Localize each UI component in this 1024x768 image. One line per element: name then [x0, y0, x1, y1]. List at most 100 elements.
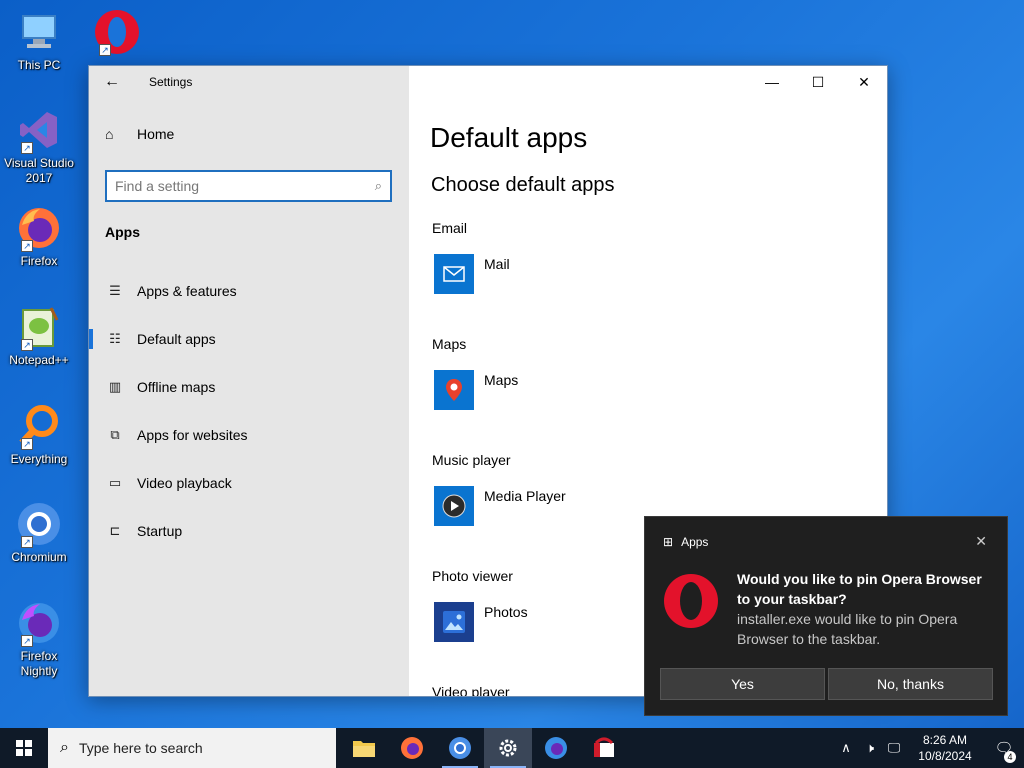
firefox-icon	[401, 737, 423, 759]
desktop-icon-label: This PC	[17, 58, 61, 72]
taskbar-search[interactable]: ⌕ Type here to search	[48, 728, 336, 768]
shortcut-arrow-icon: ↗	[21, 339, 33, 351]
default-apps-icon: ☷	[109, 331, 121, 346]
default-app-button[interactable]: Photos	[432, 602, 528, 642]
desktop-icon-this-pc[interactable]: This PC	[4, 8, 74, 73]
shortcut-arrow-icon: ↗	[21, 142, 33, 154]
nav-item-label: Default apps	[137, 331, 216, 347]
desktop-icon-label: Firefox Nightly	[20, 649, 58, 678]
default-app-button[interactable]: Media Player	[432, 486, 566, 526]
chromium-icon	[449, 737, 471, 759]
desktop-icon-label: Visual Studio 2017	[4, 156, 74, 185]
section-subtitle: Choose default apps	[431, 174, 615, 196]
chromium-icon: ↗	[15, 500, 63, 548]
taskbar-chromium[interactable]	[436, 728, 484, 768]
notification-body: installer.exe would like to pin Opera Br…	[737, 611, 958, 647]
map-icon: ▥	[108, 379, 122, 394]
taskbar-firefox-nightly[interactable]	[532, 728, 580, 768]
nav-item-startup[interactable]: ⊏ Startup	[89, 507, 409, 555]
notification-source: ⊞ Apps	[663, 535, 708, 549]
yes-button[interactable]: Yes	[660, 668, 825, 700]
maximize-button[interactable]: ☐	[795, 66, 841, 98]
desktop-icon-opera[interactable]: ↗	[82, 8, 152, 56]
home-icon: ⌂	[105, 126, 114, 142]
close-button[interactable]: ✕	[841, 66, 887, 98]
taskbar-firefox[interactable]	[388, 728, 436, 768]
nav-item-default-apps[interactable]: ☷ Default apps	[89, 315, 409, 363]
desktop-icon-notepad-plus-plus[interactable]: ↗ Notepad++	[4, 303, 74, 368]
no-thanks-button[interactable]: No, thanks	[828, 668, 993, 700]
taskbar-file-explorer[interactable]	[340, 728, 388, 768]
start-button[interactable]	[0, 728, 48, 768]
nav-item-apps-features[interactable]: ☰ Apps & features	[89, 267, 409, 315]
map-pin-icon	[434, 370, 474, 410]
media-player-icon	[434, 486, 474, 526]
app-name: Photos	[484, 604, 528, 620]
title-bar: ← Settings	[89, 66, 409, 98]
find-setting-search[interactable]: ⌕	[105, 170, 392, 202]
default-photo-viewer: Photo viewer Photos	[432, 568, 528, 642]
desktop-icon-firefox[interactable]: ↗ Firefox	[4, 204, 74, 269]
nav-item-offline-maps[interactable]: ▥ Offline maps	[89, 363, 409, 411]
nav-item-label: Video playback	[137, 475, 232, 491]
volume-button[interactable]: 🕨	[858, 740, 882, 756]
windows-logo-icon	[16, 740, 32, 756]
default-app-button[interactable]: Maps	[432, 370, 518, 410]
desktop-icon-label: Firefox	[20, 254, 58, 268]
taskbar-search-placeholder: Type here to search	[78, 740, 203, 756]
minimize-icon: —	[765, 74, 779, 90]
installer-icon	[594, 737, 614, 757]
clock-time: 8:26 AM	[922, 733, 968, 747]
shortcut-arrow-icon: ↗	[21, 240, 33, 252]
minimize-button[interactable]: —	[749, 66, 795, 98]
default-email: Email Mail	[432, 220, 510, 294]
clock[interactable]: 8:26 AM 10/8/2024	[906, 732, 984, 764]
firefox-icon: ↗	[15, 204, 63, 252]
chevron-up-icon: ∧	[841, 740, 851, 755]
default-app-button[interactable]: Mail	[432, 254, 510, 294]
taskbar-apps	[340, 728, 628, 768]
network-button[interactable]: 🖵	[882, 740, 906, 756]
window-title: Settings	[149, 75, 193, 89]
default-maps: Maps Maps	[432, 336, 518, 410]
back-button[interactable]: ←	[89, 66, 135, 98]
category-label: Maps	[432, 336, 467, 352]
notification-title: Would you like to pin Opera Browser to y…	[737, 571, 982, 607]
category-label: Video player	[432, 684, 510, 696]
desktop-icon-visual-studio[interactable]: ↗ Visual Studio 2017	[4, 106, 74, 186]
close-icon: ✕	[858, 73, 870, 90]
nav-item-label: Startup	[137, 523, 183, 539]
close-icon: ✕	[975, 533, 987, 549]
nav-item-video-playback[interactable]: ▭ Video playback	[89, 459, 409, 507]
desktop-icon-label: Chromium	[11, 550, 67, 564]
notification-count-badge: 4	[1004, 751, 1016, 763]
home-link[interactable]: ⌂ Home	[105, 126, 174, 142]
video-icon: ▭	[108, 475, 122, 490]
opera-icon: ↗	[93, 8, 141, 56]
home-label: Home	[137, 126, 175, 142]
show-hidden-icons-button[interactable]: ∧	[834, 740, 858, 756]
volume-muted-icon: 🕨	[865, 740, 875, 755]
network-icon: 🖵	[887, 740, 901, 755]
notification-source-label: Apps	[681, 535, 709, 549]
section-heading: Apps	[105, 224, 140, 240]
action-center-button[interactable]: 🗨 4	[984, 739, 1024, 763]
category-label: Music player	[432, 452, 511, 468]
clock-date: 10/8/2024	[918, 749, 972, 763]
notification-close-button[interactable]: ✕	[975, 533, 987, 550]
taskbar-installer[interactable]	[580, 728, 628, 768]
search-input[interactable]	[115, 178, 375, 194]
desktop-icon-firefox-nightly[interactable]: ↗ Firefox Nightly	[4, 599, 74, 679]
desktop-icon-chromium[interactable]: ↗ Chromium	[4, 500, 74, 565]
app-name: Mail	[484, 256, 510, 272]
shortcut-arrow-icon: ↗	[21, 536, 33, 548]
nav-item-apps-for-websites[interactable]: ⧉ Apps for websites	[89, 411, 409, 459]
list-icon: ☰	[109, 283, 121, 298]
folder-icon	[353, 741, 375, 757]
computer-icon	[15, 8, 63, 56]
firefox-nightly-icon	[545, 737, 567, 759]
taskbar-settings[interactable]	[484, 728, 532, 768]
default-music-player: Music player Media Player	[432, 452, 566, 526]
category-label: Email	[432, 220, 468, 236]
desktop-icon-everything[interactable]: ↗ Everything	[4, 402, 74, 467]
